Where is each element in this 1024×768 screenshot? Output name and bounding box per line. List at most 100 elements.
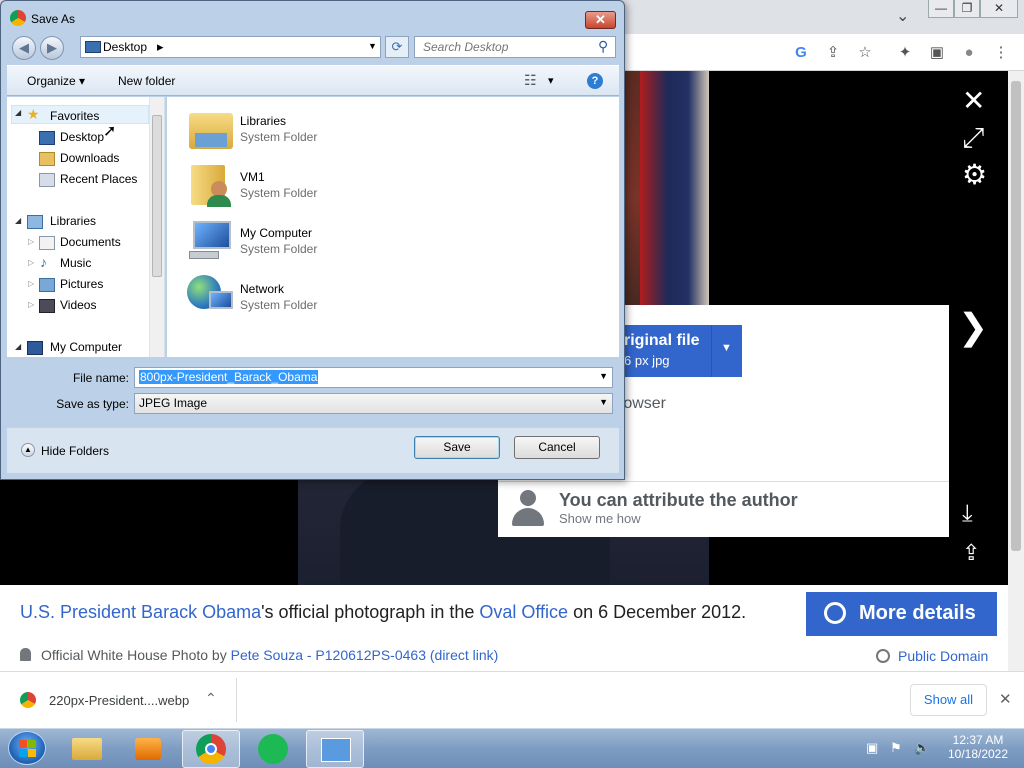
view-in-browser-link[interactable]: rowser [618,395,666,413]
download-original-button[interactable]: riginal file 6 px jpg ▼ [610,325,742,377]
pictures-icon [39,278,55,292]
share-icon[interactable]: ⇪ [822,42,844,64]
address-arrow-icon[interactable]: ▸ [157,39,164,55]
more-details-button[interactable]: More details [806,592,997,636]
back-button[interactable]: ◀ [12,36,36,60]
direct-link[interactable]: (direct link) [430,647,498,663]
file-name[interactable]: Libraries [240,114,286,128]
file-list: Libraries System Folder VM1 System Folde… [167,97,619,357]
refresh-button[interactable]: ⟳ [385,36,409,58]
nav-desktop[interactable]: Desktop [60,130,104,144]
network-icon [187,273,235,319]
search-input[interactable] [415,37,595,57]
dialog-close-button[interactable]: ✕ [585,11,616,29]
nav-libraries[interactable]: Libraries [50,214,96,228]
file-name-field[interactable]: 800px-President_Barack_Obama ▼ [134,367,613,388]
minimize-button[interactable]: — [928,0,954,18]
scrollbar-thumb[interactable] [1011,81,1021,551]
my-computer-icon [187,217,235,263]
hide-folders-button[interactable]: Hide Folders [41,444,109,458]
my-computer-expand-icon[interactable]: ◢ [15,342,21,351]
address-location[interactable]: Desktop [103,40,147,54]
viewer-next-icon[interactable]: ❯ [958,306,988,348]
volume-icon[interactable]: 🔈 [914,740,930,756]
extensions-icon[interactable]: ✦ [894,42,916,64]
download-options-chevron-icon[interactable]: ⌃ [205,690,217,707]
file-name[interactable]: Network [240,282,284,296]
download-filename[interactable]: 220px-President....webp [49,693,189,708]
save-type-select[interactable]: JPEG Image ▼ [134,393,613,414]
search-box[interactable]: ⚲ [414,36,616,58]
download-options-caret-icon[interactable]: ▼ [721,342,732,354]
forward-button[interactable]: ▶ [40,36,64,60]
nav-downloads[interactable]: Downloads [60,151,119,165]
action-center-flag-icon[interactable]: ⚑ [890,740,902,756]
taskbar-chrome[interactable] [182,730,240,768]
nav-videos[interactable]: Videos [60,298,96,312]
viewer-fullscreen-icon[interactable]: ⤢ [962,122,984,155]
bookmark-star-icon[interactable]: ☆ [854,42,876,64]
save-type-dropdown-icon[interactable]: ▼ [599,397,608,407]
taskbar-spotify[interactable] [244,730,302,768]
show-me-how-link[interactable]: Show me how [559,511,641,526]
file-type: System Folder [240,298,318,312]
organize-button[interactable]: Organize ▾ [27,74,85,88]
close-download-bar-icon[interactable]: ✕ [999,690,1012,708]
nav-favorites[interactable]: Favorites [50,109,99,123]
taskbar-clock[interactable]: 12:37 AM 10/18/2022 [944,733,1012,761]
documents-expand-icon[interactable]: ▷ [28,237,34,246]
viewer-share-icon[interactable]: ⇪ [962,540,980,566]
public-domain-icon [876,649,890,663]
new-folder-button[interactable]: New folder [118,74,175,88]
expand-arrow-icon[interactable]: ◢ [15,108,21,117]
credit-prefix: Official White House Photo by [41,647,231,663]
nav-documents[interactable]: Documents [60,235,121,249]
file-name[interactable]: VM1 [240,170,265,184]
side-panel-icon[interactable]: ▣ [926,42,948,64]
music-icon: ♪ [40,254,47,270]
file-name[interactable]: My Computer [240,226,312,240]
close-window-button[interactable]: ✕ [980,0,1018,18]
restore-button[interactable]: ❐ [954,0,980,18]
page-scrollbar[interactable] [1008,71,1024,671]
view-options-caret-icon[interactable]: ▾ [548,74,554,87]
videos-expand-icon[interactable]: ▷ [28,300,34,309]
libraries-expand-icon[interactable]: ◢ [15,216,21,225]
save-button[interactable]: Save [414,436,500,459]
viewer-close-icon[interactable]: ✕ [962,84,985,117]
credit-author-link[interactable]: Pete Souza - P120612PS-0463 [231,647,426,663]
chrome-menu-icon[interactable]: ⋮ [990,42,1012,64]
license-link[interactable]: Public Domain [876,648,988,664]
file-name-dropdown-icon[interactable]: ▼ [599,371,608,381]
documents-icon [39,236,55,250]
file-name-value[interactable]: 800px-President_Barack_Obama [139,370,319,384]
tab-search-icon[interactable]: ⌄ [896,6,909,26]
start-button[interactable] [8,731,46,765]
taskbar-media-player[interactable] [120,730,178,768]
address-bar[interactable]: Desktop ▸ ▼ [80,36,381,58]
nav-pictures[interactable]: Pictures [60,277,103,291]
viewer-settings-icon[interactable]: ⚙ [962,158,987,191]
address-dropdown-icon[interactable]: ▼ [368,41,377,51]
caption-link-obama[interactable]: U.S. President Barack Obama [20,602,261,622]
taskbar-explorer[interactable] [58,730,116,768]
search-icon[interactable]: ⚲ [598,38,608,55]
network-tray-icon[interactable]: ▣ [866,740,878,756]
cancel-button[interactable]: Cancel [514,436,600,459]
nav-recent-places[interactable]: Recent Places [60,172,137,186]
nav-scrollbar-thumb[interactable] [152,115,162,277]
nav-my-computer[interactable]: My Computer [50,340,122,354]
viewer-download-icon[interactable]: ⤓ [962,500,973,528]
google-lens-icon[interactable]: G [790,42,812,64]
show-all-button[interactable]: Show all [910,684,987,716]
nav-scrollbar[interactable] [149,97,164,357]
profile-avatar-icon[interactable]: ● [958,42,980,64]
help-icon[interactable]: ? [587,73,603,89]
nav-music[interactable]: Music [60,256,91,270]
hide-folders-icon[interactable]: ▲ [21,443,35,457]
taskbar-save-dialog[interactable] [306,730,364,768]
change-view-icon[interactable]: ☷ [524,72,537,89]
music-expand-icon[interactable]: ▷ [28,258,34,267]
caption-link-oval-office[interactable]: Oval Office [479,602,568,622]
pictures-expand-icon[interactable]: ▷ [28,279,34,288]
